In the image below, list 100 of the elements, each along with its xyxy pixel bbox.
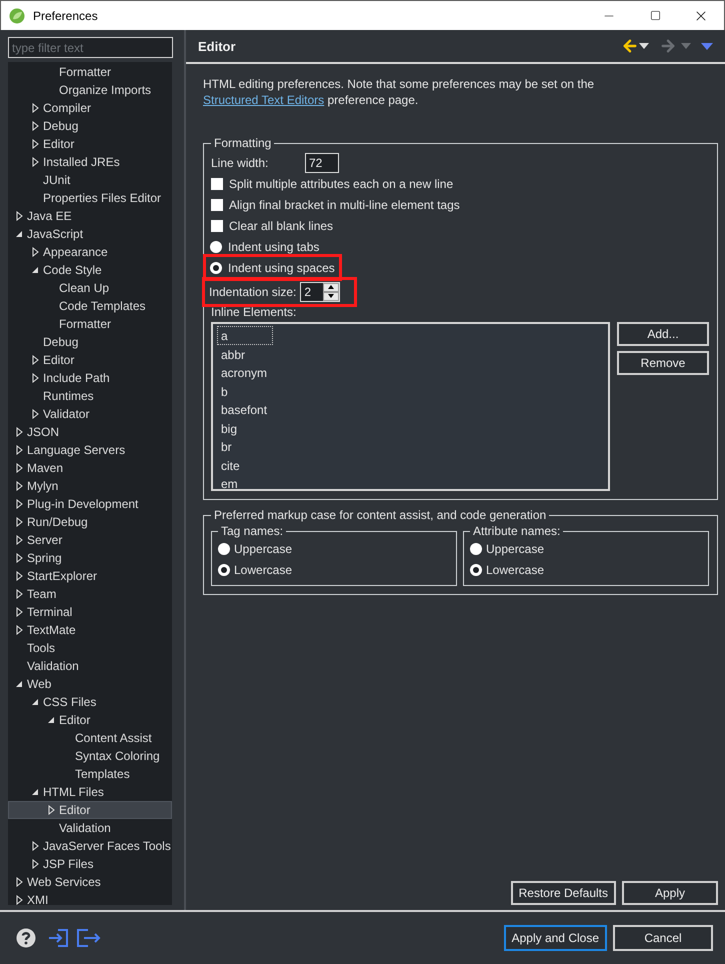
dialog-button[interactable]: Cancel bbox=[613, 925, 713, 951]
tree-item[interactable]: Java EE bbox=[8, 207, 172, 225]
tree-item[interactable]: Spring bbox=[8, 549, 172, 567]
tree-item[interactable]: CSS Files bbox=[8, 693, 172, 711]
collapsed-arrow-icon[interactable] bbox=[32, 139, 38, 149]
expanded-arrow-icon[interactable] bbox=[47, 716, 55, 724]
collapsed-arrow-icon[interactable] bbox=[16, 589, 22, 599]
collapsed-arrow-icon[interactable] bbox=[16, 445, 22, 455]
radio-button[interactable] bbox=[218, 542, 230, 554]
list-item[interactable]: basefont bbox=[217, 400, 273, 418]
list-item[interactable]: cite bbox=[217, 456, 273, 474]
collapsed-arrow-icon[interactable] bbox=[16, 877, 22, 887]
tree-item[interactable]: Validation bbox=[8, 819, 172, 837]
radio-button[interactable] bbox=[210, 240, 222, 252]
tree-item[interactable]: Templates bbox=[8, 765, 172, 783]
collapsed-arrow-icon[interactable] bbox=[32, 859, 38, 869]
tree-item[interactable]: JUnit bbox=[8, 171, 172, 189]
collapsed-arrow-icon[interactable] bbox=[16, 481, 22, 491]
tree-item[interactable]: Formatter bbox=[8, 63, 172, 81]
expanded-arrow-icon[interactable] bbox=[31, 788, 39, 796]
dialog-button[interactable]: Apply and Close bbox=[504, 925, 607, 951]
tree-item[interactable]: Runtimes bbox=[8, 387, 172, 405]
line-width-field[interactable]: 72 bbox=[305, 152, 339, 172]
tree-item[interactable]: JSON bbox=[8, 423, 172, 441]
expanded-arrow-icon[interactable] bbox=[15, 680, 23, 688]
view-menu-icon[interactable] bbox=[701, 42, 713, 50]
tree-item[interactable]: Properties Files Editor bbox=[8, 189, 172, 207]
dropdown-caret-icon[interactable] bbox=[639, 43, 649, 49]
list-item[interactable]: big bbox=[217, 418, 273, 437]
tree-item[interactable]: Terminal bbox=[8, 603, 172, 621]
tree-item[interactable]: Debug bbox=[8, 333, 172, 351]
page-button[interactable]: Apply bbox=[622, 881, 718, 905]
structured-text-editors-link[interactable]: Structured Text Editors bbox=[203, 93, 324, 107]
tree-item[interactable]: Validator bbox=[8, 405, 172, 423]
tree-item[interactable]: Maven bbox=[8, 459, 172, 477]
tree-item[interactable]: TextMate bbox=[8, 621, 172, 639]
tree-item[interactable]: Run/Debug bbox=[8, 513, 172, 531]
tree-item[interactable]: Editor bbox=[8, 135, 172, 153]
checkbox[interactable] bbox=[211, 178, 223, 190]
collapsed-arrow-icon[interactable] bbox=[16, 211, 22, 221]
tree-item[interactable]: Compiler bbox=[8, 99, 172, 117]
list-item[interactable]: b bbox=[217, 382, 273, 400]
collapsed-arrow-icon[interactable] bbox=[32, 103, 38, 113]
list-action-button[interactable]: Remove bbox=[617, 351, 709, 375]
collapsed-arrow-icon[interactable] bbox=[16, 553, 22, 563]
tree-item[interactable]: Organize Imports bbox=[8, 81, 172, 99]
radio-button[interactable] bbox=[210, 262, 222, 274]
collapsed-arrow-icon[interactable] bbox=[32, 409, 38, 419]
page-button[interactable]: Restore Defaults bbox=[510, 881, 616, 905]
list-item[interactable]: acronym bbox=[217, 363, 273, 382]
collapsed-arrow-icon[interactable] bbox=[48, 805, 54, 815]
tree-item[interactable]: JavaServer Faces Tools bbox=[8, 837, 172, 855]
export-icon[interactable] bbox=[76, 928, 102, 948]
tree-item[interactable]: Web Services bbox=[8, 873, 172, 891]
radio-button[interactable] bbox=[218, 564, 230, 576]
tree-item[interactable]: Web bbox=[8, 675, 172, 693]
indentation-size-spinner[interactable]: 2 bbox=[300, 282, 340, 302]
tree-item[interactable]: Editor bbox=[8, 801, 172, 819]
list-action-button[interactable]: Add... bbox=[617, 322, 709, 346]
tree-item[interactable]: StartExplorer bbox=[8, 567, 172, 585]
collapsed-arrow-icon[interactable] bbox=[16, 571, 22, 581]
list-item[interactable]: abbr bbox=[217, 344, 273, 363]
filter-field[interactable]: type filter text bbox=[8, 37, 173, 58]
tree-item[interactable]: Language Servers bbox=[8, 441, 172, 459]
collapsed-arrow-icon[interactable] bbox=[16, 607, 22, 617]
tree-item[interactable]: Editor bbox=[8, 711, 172, 729]
expanded-arrow-icon[interactable] bbox=[31, 698, 39, 706]
tree-item[interactable]: Include Path bbox=[8, 369, 172, 387]
tree-item[interactable]: Debug bbox=[8, 117, 172, 135]
tree-item[interactable]: Formatter bbox=[8, 315, 172, 333]
expanded-arrow-icon[interactable] bbox=[15, 230, 23, 238]
tree-item[interactable]: XMI bbox=[8, 891, 172, 905]
import-icon[interactable] bbox=[48, 928, 70, 948]
maximize-icon[interactable] bbox=[650, 10, 660, 21]
tree-item[interactable]: Team bbox=[8, 585, 172, 603]
tree-item[interactable]: Mylyn bbox=[8, 477, 172, 495]
tree-item[interactable]: Clean Up bbox=[8, 279, 172, 297]
expanded-arrow-icon[interactable] bbox=[31, 266, 39, 274]
tree-item[interactable]: HTML Files bbox=[8, 783, 172, 801]
list-item[interactable]: a bbox=[217, 326, 273, 344]
collapsed-arrow-icon[interactable] bbox=[16, 517, 22, 527]
collapsed-arrow-icon[interactable] bbox=[32, 373, 38, 383]
collapsed-arrow-icon[interactable] bbox=[32, 157, 38, 167]
collapsed-arrow-icon[interactable] bbox=[32, 355, 38, 365]
tree-item[interactable]: Content Assist bbox=[8, 729, 172, 747]
tree-item[interactable]: JSP Files bbox=[8, 855, 172, 873]
tree-item[interactable]: Tools bbox=[8, 639, 172, 657]
collapsed-arrow-icon[interactable] bbox=[16, 895, 22, 905]
tree-item[interactable]: JavaScript bbox=[8, 225, 172, 243]
checkbox[interactable] bbox=[211, 220, 223, 232]
tree-item[interactable]: Appearance bbox=[8, 243, 172, 261]
tree-item[interactable]: Syntax Coloring bbox=[8, 747, 172, 765]
list-item[interactable]: em bbox=[217, 474, 273, 489]
radio-button[interactable] bbox=[470, 542, 482, 554]
help-icon[interactable] bbox=[16, 928, 36, 948]
collapsed-arrow-icon[interactable] bbox=[16, 499, 22, 509]
collapsed-arrow-icon[interactable] bbox=[16, 535, 22, 545]
checkbox[interactable] bbox=[211, 198, 223, 210]
inline-elements-list[interactable]: a abbr acronym b basefont big br cite em bbox=[211, 322, 610, 491]
tree-item[interactable]: Code Style bbox=[8, 261, 172, 279]
